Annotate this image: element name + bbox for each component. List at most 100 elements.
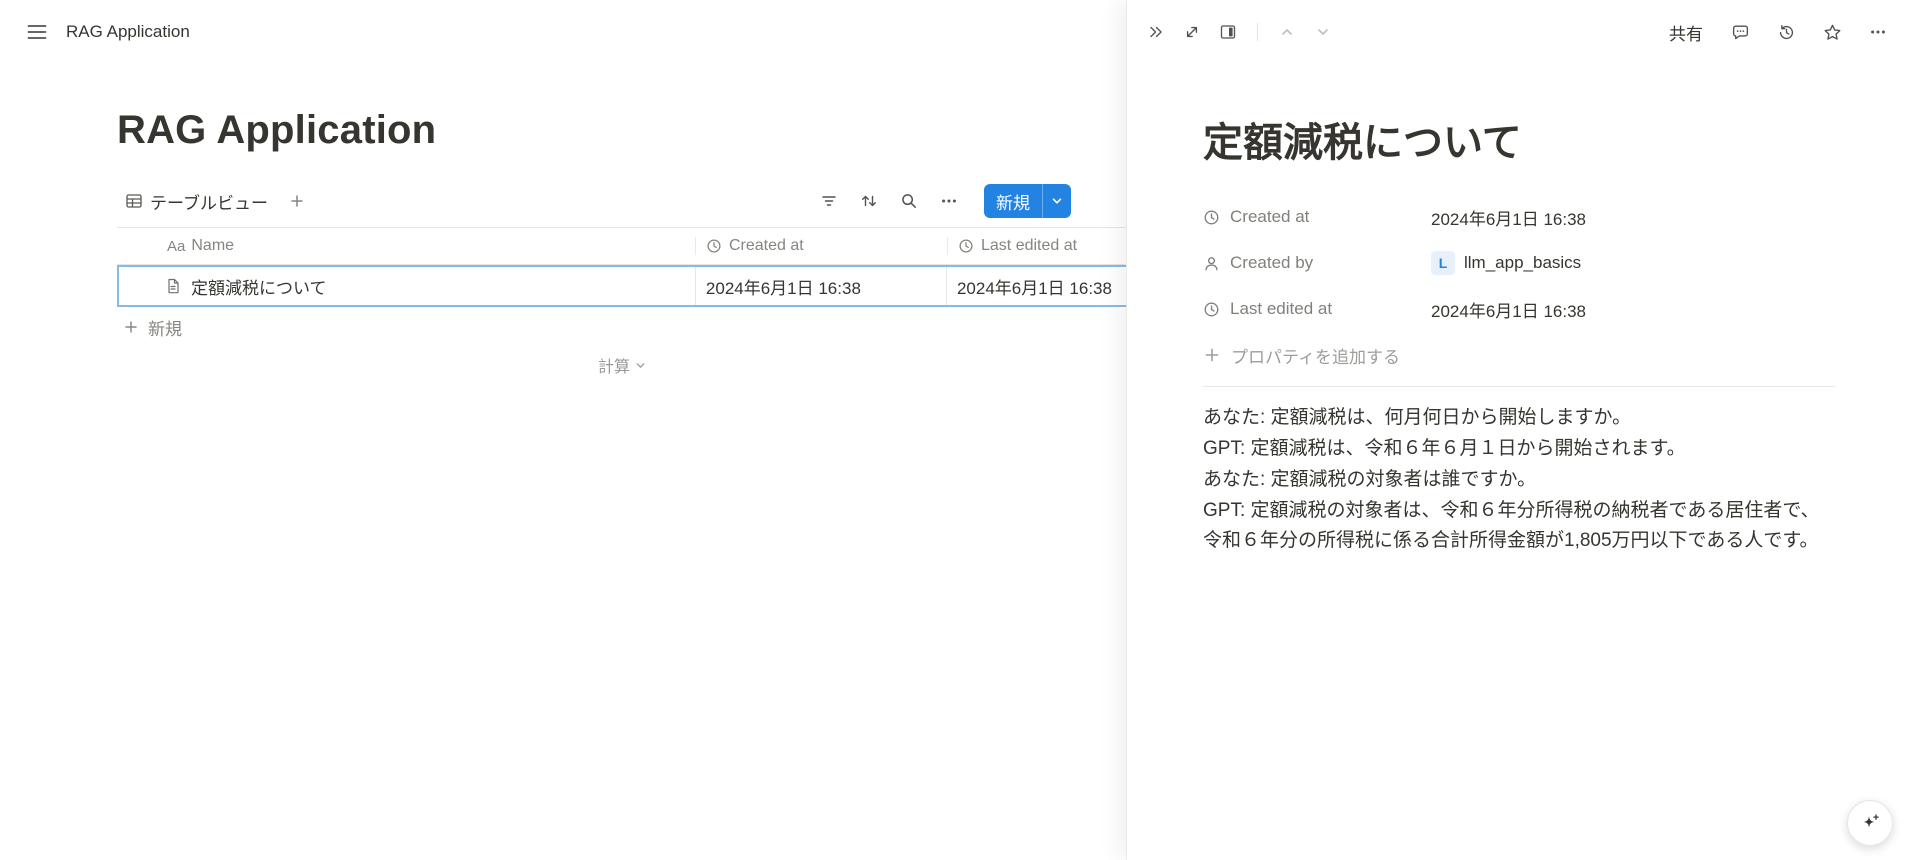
database-page: RAG Application テーブルビュー 新規 Aa Name Creat… (0, 108, 1126, 377)
property-value[interactable]: 2024年6月1日 16:38 (1425, 293, 1592, 326)
table-header-row: Aa Name Created at Last edited at (117, 227, 1126, 265)
property-label-text: Last edited at (1230, 299, 1333, 318)
user-avatar: L (1431, 251, 1455, 275)
property-label[interactable]: Created at (1203, 207, 1425, 227)
property-row-last-edited-at: Last edited at 2024年6月1日 16:38 (1203, 286, 1835, 332)
column-header-last-edited-at[interactable]: Last edited at (947, 237, 1126, 255)
double-chevron-right-icon (1147, 23, 1165, 41)
add-row-button[interactable]: 新規 (117, 307, 1126, 347)
side-peek-toggle-button[interactable] (1213, 17, 1243, 47)
side-peek-panel: 共有 定額減税について Created at 2024年6月1日 16:38 C… (1126, 0, 1911, 860)
add-property-label: プロパティを追加する (1231, 347, 1400, 367)
table-footer: 計算 (117, 353, 1126, 377)
main-pane: RAG Application RAG Application テーブルビュー (0, 0, 1126, 860)
text-type-icon: Aa (167, 237, 186, 255)
comment-icon (1731, 23, 1750, 42)
column-header-name[interactable]: Aa Name (117, 237, 695, 255)
side-peek-icon (1219, 23, 1237, 41)
column-header-label: Name (191, 237, 235, 254)
previous-page-button[interactable] (1272, 17, 1302, 47)
clock-icon (1203, 209, 1220, 226)
breadcrumb[interactable]: RAG Application (66, 22, 190, 42)
column-header-created-at[interactable]: Created at (695, 237, 947, 255)
row-last-edited-at-cell[interactable]: 2024年6月1日 16:38 (945, 267, 1126, 305)
updates-history-button[interactable] (1771, 17, 1801, 47)
content-divider (1203, 386, 1835, 387)
chevron-down-icon (635, 360, 646, 371)
add-view-button[interactable] (282, 186, 312, 216)
panel-page-title[interactable]: 定額減税について (1203, 110, 1835, 168)
calculate-button[interactable]: 計算 (598, 353, 646, 377)
panel-topbar: 共有 (1127, 0, 1911, 64)
page-body: あなた: 定額減税は、何月何日から開始しますか。 GPT: 定額減税は、令和６年… (1203, 403, 1835, 556)
new-button[interactable]: 新規 (984, 184, 1042, 218)
person-icon (1203, 255, 1220, 272)
chevron-down-icon (1315, 24, 1331, 40)
page-panel-content: 定額減税について Created at 2024年6月1日 16:38 Crea… (1127, 64, 1911, 860)
left-topbar: RAG Application (0, 0, 1126, 64)
plus-icon (289, 193, 305, 209)
filter-icon (820, 192, 838, 210)
row-created-at-cell[interactable]: 2024年6月1日 16:38 (694, 267, 946, 305)
sort-button[interactable] (854, 186, 884, 216)
property-label[interactable]: Created by (1203, 253, 1425, 273)
view-tab-label: テーブルビュー (150, 193, 268, 213)
clock-icon (958, 238, 974, 254)
comments-button[interactable] (1725, 17, 1755, 47)
column-header-label: Created at (729, 237, 804, 254)
property-value[interactable]: L llm_app_basics (1425, 247, 1587, 279)
expand-diagonal-icon (1183, 23, 1201, 41)
view-bar: テーブルビュー 新規 (117, 181, 1126, 221)
property-label-text: Created at (1230, 207, 1310, 226)
panel-topbar-right: 共有 (1663, 16, 1893, 49)
more-options-button[interactable] (1863, 17, 1893, 47)
hamburger-icon (25, 20, 49, 44)
row-name-cell[interactable]: 定額減税について (119, 267, 695, 305)
history-clock-icon (1777, 23, 1796, 42)
user-name: llm_app_basics (1464, 253, 1582, 272)
clock-icon (1203, 301, 1220, 318)
ai-assistant-button[interactable] (1847, 800, 1893, 846)
column-header-label: Last edited at (981, 237, 1078, 254)
add-row-label: 新規 (148, 319, 182, 339)
page-title[interactable]: RAG Application (117, 108, 1126, 153)
table-row[interactable]: 定額減税について 2024年6月1日 16:38 2024年6月1日 16:38 (117, 265, 1126, 307)
chevron-down-icon (1051, 195, 1063, 207)
add-property-button[interactable]: プロパティを追加する (1203, 332, 1400, 378)
row-title[interactable]: 定額減税について (191, 274, 327, 299)
table-view-icon (125, 192, 143, 210)
property-row-created-by: Created by L llm_app_basics (1203, 240, 1835, 286)
filter-button[interactable] (814, 186, 844, 216)
database-table: Aa Name Created at Last edited at 定額減税につ… (117, 227, 1126, 377)
property-value[interactable]: 2024年6月1日 16:38 (1425, 201, 1592, 234)
body-paragraph[interactable]: あなた: 定額減税は、何月何日から開始しますか。 (1203, 403, 1835, 433)
plus-icon (1203, 346, 1221, 364)
clock-icon (706, 238, 722, 254)
search-icon (900, 192, 918, 210)
sort-icon (860, 192, 878, 210)
new-dropdown-button[interactable] (1042, 184, 1071, 218)
share-button[interactable]: 共有 (1663, 16, 1709, 49)
close-peek-button[interactable] (1141, 17, 1171, 47)
property-label-text: Created by (1230, 253, 1314, 272)
expand-page-button[interactable] (1177, 17, 1207, 47)
ai-sparkle-icon (1859, 812, 1881, 834)
body-paragraph[interactable]: GPT: 定額減税は、令和６年６月１日から開始されます。 (1203, 434, 1835, 464)
chevron-up-icon (1279, 24, 1295, 40)
body-paragraph[interactable]: あなた: 定額減税の対象者は誰ですか。 (1203, 465, 1835, 495)
view-toolbar: 新規 (814, 184, 1071, 218)
view-options-button[interactable] (934, 186, 964, 216)
star-icon (1823, 23, 1842, 42)
toolbar-divider (1257, 23, 1258, 41)
property-label[interactable]: Last edited at (1203, 299, 1425, 319)
search-button[interactable] (894, 186, 924, 216)
ellipsis-icon (1869, 23, 1887, 41)
calculate-label: 計算 (597, 359, 630, 376)
body-paragraph[interactable]: GPT: 定額減税の対象者は、令和６年分所得税の納税者である居住者で、令和６年分… (1203, 496, 1835, 556)
new-button-group: 新規 (984, 184, 1071, 218)
favorite-button[interactable] (1817, 17, 1847, 47)
next-page-button[interactable] (1308, 17, 1338, 47)
ellipsis-icon (940, 192, 958, 210)
sidebar-menu-button[interactable] (22, 17, 52, 47)
view-tab-table[interactable]: テーブルビュー (117, 184, 276, 219)
